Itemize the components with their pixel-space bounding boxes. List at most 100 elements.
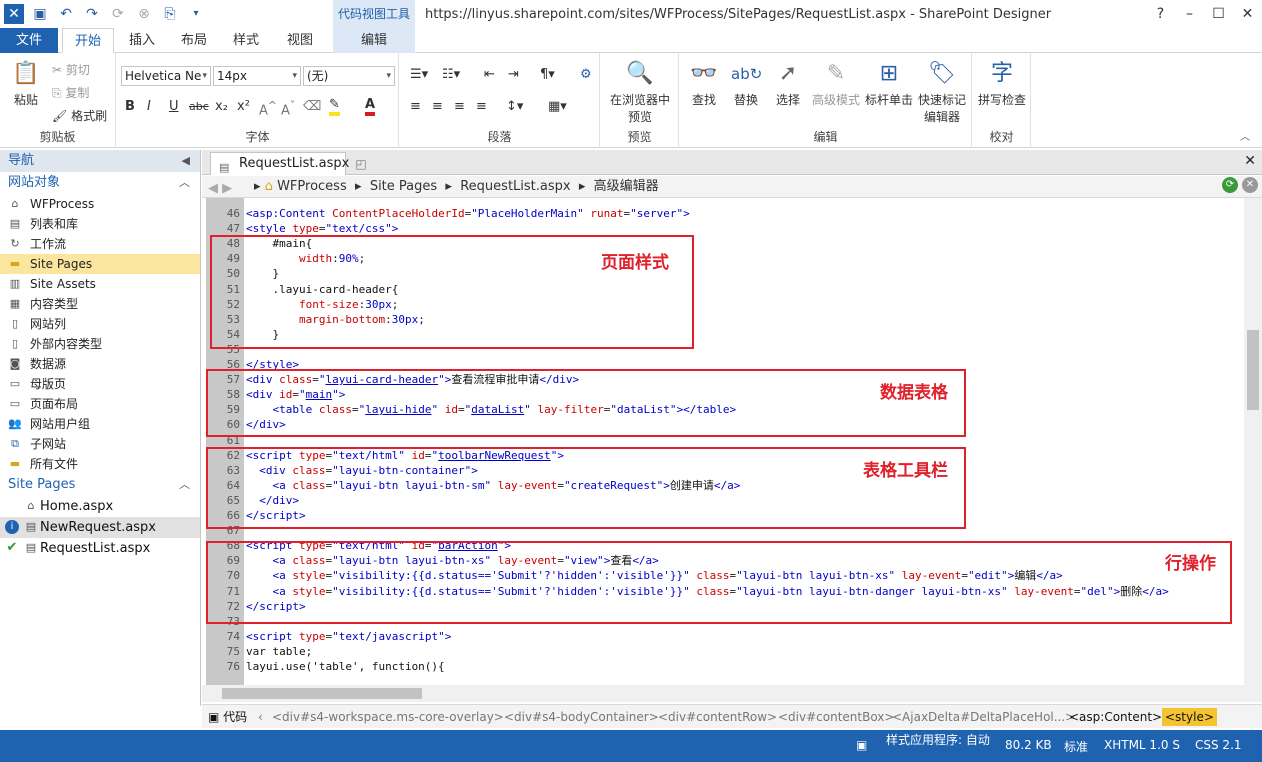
code-text[interactable]: var table; [246,644,312,659]
quick-tag-editor-button[interactable]: 🏷 快速标记编辑器 [914,59,970,125]
tab-layout[interactable]: 布局 [170,28,218,53]
skewer-click-button[interactable]: ⊞ 标杆单击 [864,59,914,108]
align-left-icon[interactable]: ≡ [410,99,421,114]
tag-crumb[interactable]: <div#s4-bodyContainer> [504,705,659,728]
nav-item-subsites[interactable]: ⧉ 子网站 [0,434,200,454]
scroll-thumb[interactable] [1247,330,1259,410]
stop-icon[interactable]: ⊗ [134,4,154,24]
line-spacing-icon[interactable]: ↕▾ [506,99,523,114]
spell-check-button[interactable]: 字 拼写检查 [975,59,1029,108]
increase-indent-icon[interactable]: ⇥ [508,67,519,82]
code-text[interactable]: <script type="text/javascript"> [246,629,451,644]
subscript-button[interactable]: x₂ [215,99,228,114]
breadcrumb-item[interactable]: Site Pages [370,179,437,194]
code-line[interactable]: 76 layui.use('table', function(){ [202,659,1242,674]
nav-item-all-files[interactable]: ▬ 所有文件 [0,454,200,474]
tag-crumb-selected[interactable]: <style> [1162,708,1217,726]
file-home[interactable]: ⌂ Home.aspx [0,496,200,517]
justify-icon[interactable]: ≡ [476,99,487,114]
chevron-up-icon[interactable]: ︿ [179,172,190,194]
decrease-indent-icon[interactable]: ⇤ [484,67,495,82]
nav-item-site-groups[interactable]: 👥 网站用户组 [0,414,200,434]
nav-item-data-sources[interactable]: ◙ 数据源 [0,354,200,374]
highlight-icon[interactable]: ✎ [329,97,340,116]
refresh-icon[interactable]: ⟳ [108,4,128,24]
ltr-icon[interactable]: ¶▾ [540,67,555,82]
grow-font-icon[interactable]: A^ [259,99,277,118]
font-family-select[interactable]: Helvetica Ne [121,66,211,86]
scroll-thumb[interactable] [222,688,422,699]
tag-crumb[interactable]: <div#contentRow> [658,705,777,728]
mode-status[interactable]: 标准 [1064,738,1088,755]
tab-edit[interactable]: 编辑 [333,28,415,53]
copy-button[interactable]: ⎘ 复制 [52,84,89,101]
nav-item-site-columns[interactable]: ▯ 网站列 [0,314,200,334]
bullets-icon[interactable]: ☰▾ [410,67,428,82]
customize-qat-icon[interactable]: ▾ [186,4,206,24]
code-text[interactable]: <style type="text/css"> [246,221,398,236]
code-line[interactable]: 47 <style type="text/css"> [202,221,1242,236]
tag-crumb[interactable]: <AjaxDelta#DeltaPlaceHol...> [892,705,1075,728]
tag-crumb[interactable]: <asp:Content> [1069,705,1162,728]
horizontal-scrollbar[interactable] [202,685,1262,702]
find-button[interactable]: 👓 查找 [686,59,722,108]
advanced-mode-button[interactable]: ✎ 高级模式 [808,59,864,108]
nav-section-site-pages[interactable]: Site Pages ︿ [0,474,200,496]
vertical-scrollbar[interactable] [1244,198,1262,685]
shrink-font-icon[interactable]: Aˇ [281,99,295,118]
borders-icon[interactable]: ▦▾ [548,99,567,114]
maximize-button[interactable]: ☐ [1204,0,1233,28]
refresh-icon[interactable]: ⟳ [1222,177,1238,193]
save-icon[interactable]: ▣ [30,4,50,24]
nav-item-content-types[interactable]: ▦ 内容类型 [0,294,200,314]
new-tab-icon[interactable]: ◰ [350,154,372,174]
undo-icon[interactable]: ↶ [56,4,76,24]
tag-scroll-left-icon[interactable]: ‹ [258,705,263,728]
style-application-status[interactable]: 样式应用程序: 自动 [886,731,990,748]
code-line[interactable]: 75 var table; [202,644,1242,659]
collapse-ribbon-icon[interactable]: ︿ [1240,128,1250,143]
font-style-select[interactable]: (无) [303,66,395,86]
code-text[interactable]: layui.use('table', function(){ [246,659,445,674]
redo-icon[interactable]: ↷ [82,4,102,24]
file-newrequest[interactable]: i ▤ NewRequest.aspx [0,517,200,538]
help-button[interactable]: ? [1146,0,1175,28]
tab-home[interactable]: 开始 [62,28,114,53]
tab-insert[interactable]: 插入 [118,28,166,53]
clear-format-icon[interactable]: ⌫ [303,99,321,114]
select-button[interactable]: ➚ 选择 [770,59,806,108]
file-requestlist[interactable]: ✔ ▤ RequestList.aspx [0,538,200,559]
nav-item-wfprocess[interactable]: ⌂ WFProcess [0,194,200,214]
superscript-button[interactable]: x² [237,99,250,114]
close-document-icon[interactable]: ✕ [1244,153,1256,169]
strikethrough-button[interactable]: abc [189,100,209,113]
paragraph-settings-icon[interactable]: ⚙ [580,67,592,82]
breadcrumb-item[interactable]: 高级编辑器 [594,179,659,194]
tag-crumb[interactable]: <div#s4-workspace.ms-core-overlay> [272,705,504,728]
preview-icon[interactable]: ⎘ [160,4,180,24]
code-line[interactable]: 46 <asp:Content ContentPlaceHolderId="Pla… [202,206,1242,221]
nav-item-external-content-types[interactable]: ▯ 外部内容类型 [0,334,200,354]
tag-crumb[interactable]: <div#contentBox> [778,705,894,728]
tab-style[interactable]: 样式 [222,28,270,53]
format-painter-button[interactable]: 🖌 格式刷 [52,107,107,124]
close-button[interactable]: ✕ [1233,0,1262,28]
paste-button[interactable]: 📋 粘贴 [8,59,44,108]
nav-item-master-pages[interactable]: ▭ 母版页 [0,374,200,394]
code-text[interactable]: <asp:Content ContentPlaceHolderId="Place… [246,206,690,221]
nav-item-site-pages[interactable]: ▬ Site Pages [0,254,200,274]
minimize-button[interactable]: – [1175,0,1204,28]
numbering-icon[interactable]: ☷▾ [442,67,460,82]
code-line[interactable]: 74 <script type="text/javascript"> [202,629,1242,644]
align-center-icon[interactable]: ≡ [432,99,443,114]
replace-button[interactable]: ab↻ 替换 [728,59,764,108]
bold-button[interactable]: B [125,99,135,114]
css-status[interactable]: CSS 2.1 [1195,738,1242,752]
underline-button[interactable]: U [169,99,179,114]
cut-button[interactable]: ✂ 剪切 [52,61,90,78]
doc-tab-requestlist[interactable]: ▤ RequestList.aspx [210,152,349,175]
back-forward-icon[interactable]: ◀ ▶ [208,178,232,200]
code-view-toggle[interactable]: ▣ 代码 [208,705,247,728]
italic-button[interactable]: I [147,99,151,114]
align-right-icon[interactable]: ≡ [454,99,465,114]
